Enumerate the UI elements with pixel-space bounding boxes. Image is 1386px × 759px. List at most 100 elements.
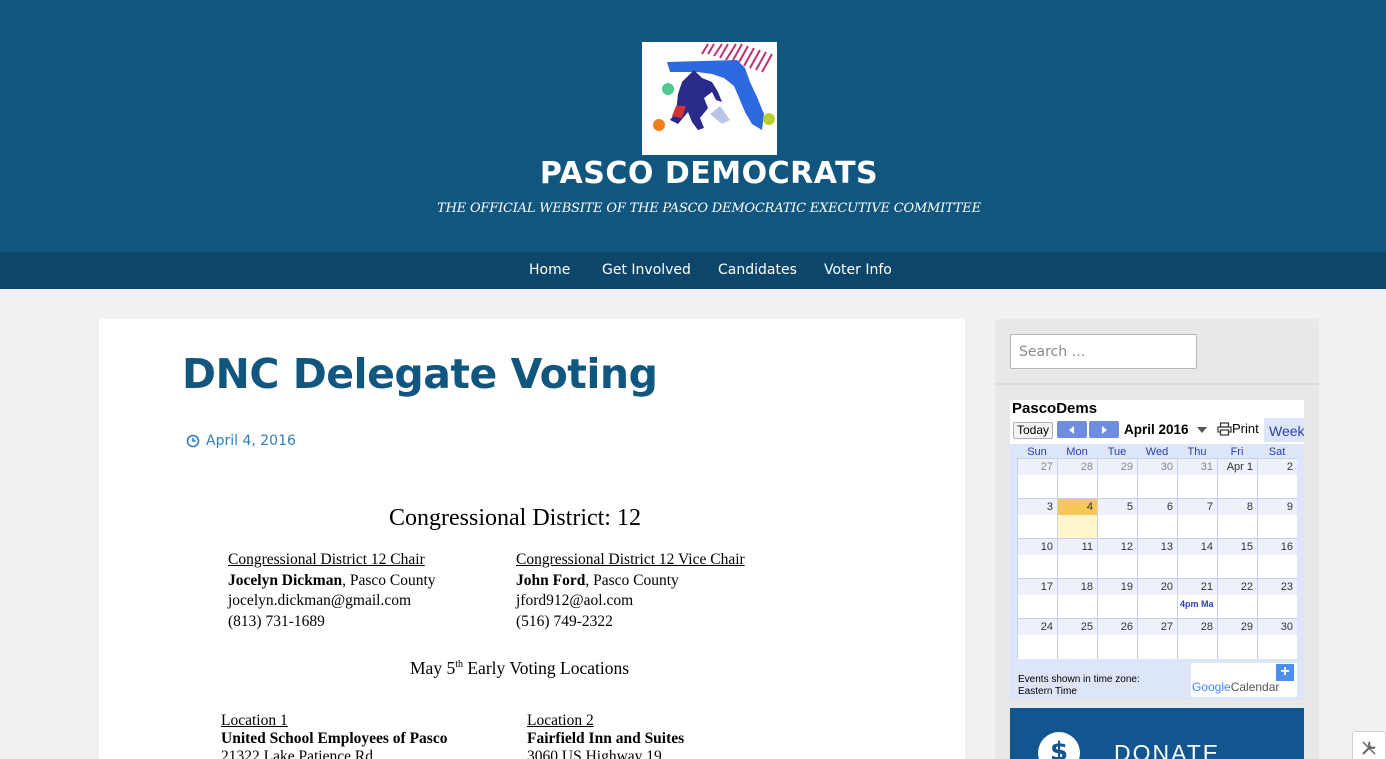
calendar-day-cell[interactable]: 24	[1017, 619, 1057, 659]
calendar-day-number[interactable]: 28	[1081, 461, 1093, 473]
calendar-day-cell[interactable]: 25	[1057, 619, 1097, 659]
nav-item-voter-info[interactable]: Voter Info	[824, 262, 892, 278]
calendar-day-cell[interactable]: 10	[1017, 539, 1057, 579]
calendar-day-today[interactable]: 4	[1057, 499, 1097, 539]
calendar-day-number[interactable]: 29	[1241, 621, 1253, 633]
calendar-day-cell[interactable]: 12	[1097, 539, 1137, 579]
chevron-down-icon[interactable]	[1197, 427, 1207, 433]
calendar-day-cell[interactable]: 21 4pm Ma	[1177, 579, 1217, 619]
calendar-next-button[interactable]	[1089, 421, 1119, 438]
calendar-day-number[interactable]: 29	[1121, 461, 1133, 473]
calendar-day-number[interactable]: 4	[1087, 501, 1093, 513]
calendar-day-cell[interactable]: 30	[1257, 619, 1297, 659]
calendar-day-cell[interactable]: 31	[1177, 459, 1217, 499]
calendar-day-number[interactable]: 3	[1047, 501, 1053, 513]
sidebar-divider	[995, 383, 1319, 385]
calendar-day-cell[interactable]: 27	[1017, 459, 1057, 499]
calendar-day-cell[interactable]: 15	[1217, 539, 1257, 579]
calendar-day-cell[interactable]: 7	[1177, 499, 1217, 539]
calendar-day-number[interactable]: 10	[1041, 541, 1053, 553]
calendar-day-number[interactable]: 30	[1161, 461, 1173, 473]
calendar-day-number[interactable]: 17	[1041, 581, 1053, 593]
calendar-day-number[interactable]: Apr 1	[1227, 461, 1253, 473]
calendar-day-number[interactable]: 28	[1201, 621, 1213, 633]
calendar-day-cell[interactable]: 18	[1057, 579, 1097, 619]
calendar-day-cell[interactable]: Apr 1	[1217, 459, 1257, 499]
calendar-day-number[interactable]: 22	[1241, 581, 1253, 593]
calendar-month-label[interactable]: April 2016	[1124, 422, 1189, 437]
tools-button[interactable]	[1352, 731, 1386, 759]
calendar-day-number[interactable]: 7	[1207, 501, 1213, 513]
calendar-day-number[interactable]: 5	[1127, 501, 1133, 513]
calendar-day-number[interactable]: 24	[1041, 621, 1053, 633]
calendar-day-number[interactable]: 2	[1287, 461, 1293, 473]
calendar-day-cell[interactable]: 17	[1017, 579, 1057, 619]
site-logo[interactable]	[642, 42, 777, 155]
calendar-day-number[interactable]: 14	[1201, 541, 1213, 553]
calendar-day-number[interactable]: 31	[1201, 461, 1213, 473]
add-to-google-calendar-button[interactable]: +	[1276, 664, 1294, 681]
calendar-day-cell[interactable]: 3	[1017, 499, 1057, 539]
calendar-week-tab[interactable]: Week	[1264, 418, 1305, 442]
google-calendar-logo-google: Google	[1192, 680, 1231, 694]
calendar-day-cell[interactable]: 27	[1137, 619, 1177, 659]
calendar-day-number[interactable]: 19	[1121, 581, 1133, 593]
calendar-title[interactable]: PascoDems	[1012, 400, 1097, 417]
calendar-day-number[interactable]: 26	[1121, 621, 1133, 633]
calendar-day-cell[interactable]: 19	[1097, 579, 1137, 619]
calendar-day-number[interactable]: 12	[1121, 541, 1133, 553]
calendar-day-number[interactable]: 27	[1041, 461, 1053, 473]
calendar-day-number[interactable]: 23	[1281, 581, 1293, 593]
calendar-day-number[interactable]: 8	[1247, 501, 1253, 513]
calendar-day-number[interactable]: 21	[1201, 581, 1213, 593]
calendar-day-cell[interactable]: 29	[1097, 459, 1137, 499]
calendar-day-cell[interactable]: 8	[1217, 499, 1257, 539]
calendar-day-cell[interactable]: 11	[1057, 539, 1097, 579]
calendar-day-cell[interactable]: 14	[1177, 539, 1217, 579]
calendar-day-number[interactable]: 18	[1081, 581, 1093, 593]
calendar-day-number[interactable]: 27	[1161, 621, 1173, 633]
calendar-day-number[interactable]: 9	[1287, 501, 1293, 513]
site-title[interactable]: PASCO DEMOCRATS	[0, 156, 1386, 191]
post-date-text[interactable]: April 4, 2016	[206, 433, 296, 449]
calendar-day-cell[interactable]: 6	[1137, 499, 1177, 539]
search-input[interactable]	[1010, 334, 1197, 369]
calendar-day-cell[interactable]: 5	[1097, 499, 1137, 539]
calendar-day-cell[interactable]: 2	[1257, 459, 1297, 499]
calendar-day-number[interactable]: 20	[1161, 581, 1173, 593]
calendar-day-number[interactable]: 13	[1161, 541, 1173, 553]
calendar-day-cell[interactable]: 13	[1137, 539, 1177, 579]
arrow-right-icon	[1102, 425, 1107, 434]
calendar-print-label[interactable]: Print	[1232, 421, 1259, 436]
calendar-day-cell[interactable]: 26	[1097, 619, 1137, 659]
calendar-day-number[interactable]: 15	[1241, 541, 1253, 553]
google-calendar-logo[interactable]: GoogleCalendar	[1192, 680, 1279, 694]
calendar-day-cell[interactable]: 28	[1057, 459, 1097, 499]
calendar-day-cell[interactable]: 22	[1217, 579, 1257, 619]
calendar-dow-fri: Fri	[1230, 446, 1244, 458]
nav-item-get-involved[interactable]: Get Involved	[602, 262, 691, 278]
calendar-day-cell[interactable]: 9	[1257, 499, 1297, 539]
calendar-day-cell[interactable]: 28	[1177, 619, 1217, 659]
donate-banner[interactable]: $ DONATE	[1010, 708, 1304, 759]
calendar-today-button[interactable]: Today	[1013, 422, 1054, 439]
calendar-day-number[interactable]: 6	[1167, 501, 1173, 513]
nav-item-home[interactable]: Home	[529, 262, 570, 278]
calendar-prev-button[interactable]	[1057, 421, 1087, 438]
calendar-day-number[interactable]: 11	[1082, 541, 1093, 553]
early-voting-sup: th	[455, 659, 463, 671]
calendar-print-button[interactable]: Print	[1217, 421, 1259, 436]
calendar-day-cell[interactable]: 30	[1137, 459, 1177, 499]
calendar-day-number[interactable]: 30	[1281, 621, 1293, 633]
calendar-event[interactable]: 4pm Ma	[1180, 599, 1214, 609]
location-1-label: Location 1	[221, 712, 288, 729]
calendar-day-number[interactable]: 16	[1281, 541, 1293, 553]
calendar-day-cell[interactable]: 20	[1137, 579, 1177, 619]
post-title[interactable]: DNC Delegate Voting	[182, 350, 658, 398]
calendar-day-number[interactable]: 25	[1081, 621, 1093, 633]
post-date[interactable]: April 4, 2016	[186, 433, 296, 449]
nav-item-candidates[interactable]: Candidates	[718, 262, 797, 278]
calendar-day-cell[interactable]: 23	[1257, 579, 1297, 619]
calendar-day-cell[interactable]: 29	[1217, 619, 1257, 659]
calendar-day-cell[interactable]: 16	[1257, 539, 1297, 579]
